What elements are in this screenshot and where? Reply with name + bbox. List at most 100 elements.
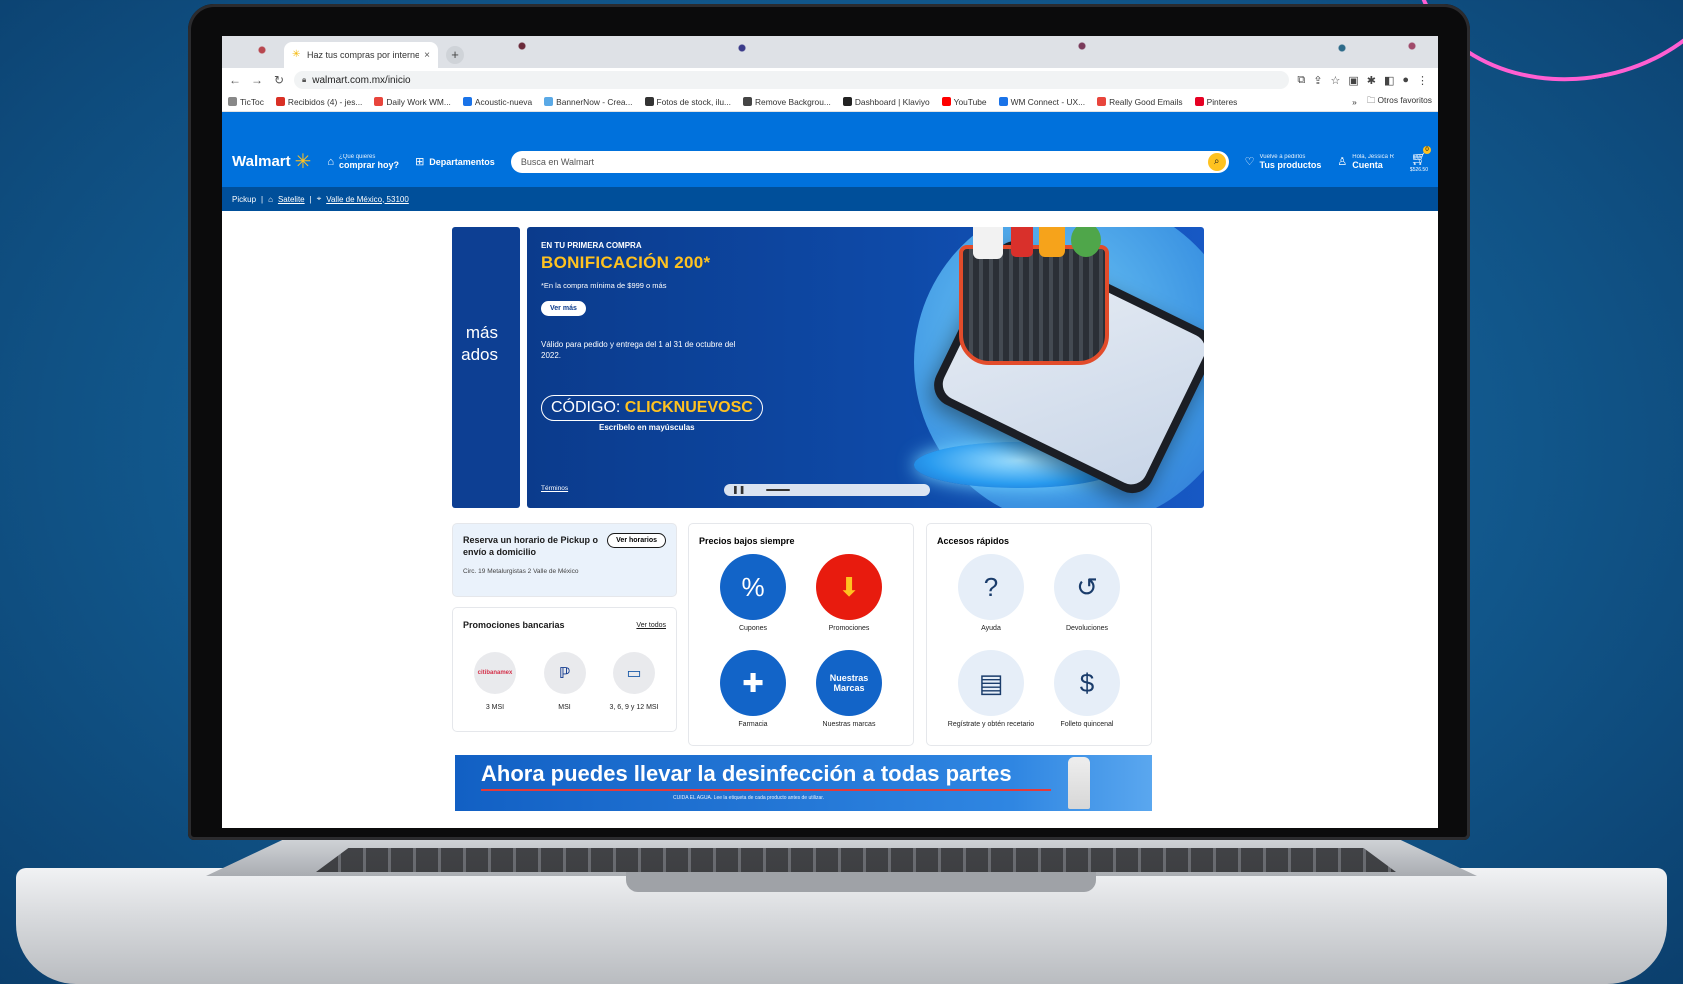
location-link[interactable]: Valle de México, 53100 [326, 195, 409, 204]
basket-product [1011, 227, 1033, 257]
prev-slide-text: más [465, 323, 498, 342]
address-bar[interactable]: 🔒︎ walmart.com.mx/inicio [294, 71, 1290, 89]
carousel-controls[interactable]: ❚❚ [724, 484, 930, 496]
bookmark-item[interactable]: Really Good Emails [1097, 97, 1183, 107]
cart-button[interactable]: 🛒︎ 0 $526.50 [1410, 145, 1431, 173]
pickup-address: Circ. 19 Metalurgistas 2 Valle de México [463, 568, 579, 575]
bookmark-favicon [228, 97, 237, 106]
back-icon[interactable]: ← [228, 73, 242, 87]
bookmark-favicon [462, 97, 472, 106]
banner-headline: Ahora puedes llevar la desinfección a to… [481, 761, 1012, 786]
other-bookmarks-label: Otros favoritos [1377, 94, 1432, 105]
hero-previous-slide[interactable]: más ados [452, 227, 520, 508]
translate-icon[interactable]: ⧉ [1297, 74, 1305, 87]
quick-access-grid: ? Ayuda ↺ Devoluciones ▤ Regístrate y ob… [943, 554, 1135, 738]
bookmark-favicon [644, 97, 654, 106]
account-button[interactable]: ♙ Hola, Jessica R Cuenta [1337, 154, 1394, 170]
reload-icon[interactable]: ↻ [272, 73, 286, 87]
tab-title: Haz tus compras por internet [307, 50, 420, 60]
walmart-logo[interactable]: Walmart ✳ [232, 152, 311, 172]
grocery-basket-illustration [959, 227, 1109, 365]
flyer-tile[interactable]: $ Folleto quincenal [1039, 650, 1135, 738]
browser-tab-active[interactable]: ✳ Haz tus compras por internet × [284, 42, 438, 68]
our-brands-tile[interactable]: Nuestras Marcas Nuestras marcas [801, 650, 897, 738]
menu-icon[interactable]: ⋮ [1417, 74, 1428, 87]
store-icon: ⌂ [327, 155, 335, 168]
bookmark-favicon [275, 97, 285, 106]
hero-validity: Válido para pedido y entrega del 1 al 31… [541, 340, 736, 360]
tile-label: Promociones [828, 625, 870, 632]
departments-label: Departamentos [429, 156, 495, 167]
tile-label: Cupones [738, 625, 768, 632]
bank-item[interactable]: ℙ MSI [533, 652, 597, 711]
view-schedules-button[interactable]: Ver horarios [607, 533, 666, 548]
returns-tile[interactable]: ↺ Devoluciones [1039, 554, 1135, 642]
tile-label: Farmacia [738, 721, 768, 728]
extension-icon[interactable]: ▣ [1348, 74, 1358, 87]
bank-promos-title: Promociones bancarias [463, 620, 565, 630]
terms-link[interactable]: Términos [541, 485, 568, 492]
bookmark-item[interactable]: Remove Backgrou... [742, 97, 831, 107]
sidepanel-icon[interactable]: ◧ [1384, 74, 1394, 87]
other-bookmarks-folder[interactable]: 🗀 Otros favoritos [1367, 95, 1432, 109]
promotions-tile[interactable]: ⬇ Promociones [801, 554, 897, 642]
help-tile[interactable]: ? Ayuda [943, 554, 1039, 642]
puzzle-icon[interactable]: ✱ [1367, 74, 1376, 87]
pickup-bar: Pickup | ⌂ Satelite | ⌖ Valle de México,… [222, 187, 1438, 211]
profile-icon[interactable]: ● [1402, 74, 1409, 87]
coupons-tile[interactable]: % Cupones [705, 554, 801, 642]
search-input[interactable]: Busca en Walmart ⌕ [510, 150, 1229, 173]
bookmark-item[interactable]: Recibidos (4) - jes... [275, 97, 362, 107]
bookmark-item[interactable]: Acoustic-nueva [462, 97, 532, 107]
separator: | [261, 194, 264, 204]
bookmark-item[interactable]: Dashboard | Klaviyo [842, 97, 930, 107]
folder-icon: 🗀 [1366, 94, 1376, 105]
bookmark-item[interactable]: YouTube [941, 97, 987, 107]
bookmark-star-icon[interactable]: ☆ [1330, 74, 1340, 87]
store-link[interactable]: Satelite [278, 195, 305, 204]
bookmark-favicon [742, 97, 752, 106]
bookmark-item[interactable]: WM Connect - UX... [998, 97, 1085, 107]
new-tab-button[interactable]: + [446, 46, 464, 64]
forward-icon[interactable]: → [250, 73, 264, 87]
reorder-button[interactable]: ♡ Vuelve a pedirlos Tus productos [1245, 154, 1322, 170]
view-all-link[interactable]: Ver todos [636, 622, 666, 629]
bookmarks-right: » 🗀 Otros favoritos [1352, 95, 1432, 109]
pharmacy-tile[interactable]: ✚ Farmacia [705, 650, 801, 738]
pause-icon[interactable]: ❚❚ [732, 485, 745, 494]
bookmark-item[interactable]: Daily Work WM... [374, 97, 451, 107]
main-content: más ados EN TU PRIMERA COMPRA BONIFICACI… [222, 211, 1438, 811]
search-icon[interactable]: ⌕ [1207, 152, 1226, 171]
share-icon[interactable]: ⇪ [1313, 74, 1322, 87]
fulfillment-mode[interactable]: Pickup [232, 195, 256, 204]
basket-product [973, 227, 1003, 259]
hero-fine-print: *En la compra mínima de $999 o más [541, 281, 667, 290]
tile-label: Nuestras marcas [822, 721, 876, 728]
prev-slide-text: ados [461, 345, 498, 364]
hero-banner[interactable]: EN TU PRIMERA COMPRA BONIFICACIÓN 200* *… [527, 227, 1204, 508]
tab-close-icon[interactable]: × [424, 50, 430, 61]
walmart-spark-icon: ✳ [292, 49, 301, 60]
bookmark-label: Really Good Emails [1109, 96, 1183, 107]
hero-cta-button[interactable]: Ver más [541, 301, 586, 316]
bank-item[interactable]: ▭ 3, 6, 9 y 12 MSI [602, 652, 666, 711]
bookmark-item[interactable]: Fotos de stock, ilu... [644, 97, 731, 107]
laptop-notch [626, 872, 1096, 892]
bank-item[interactable]: citibanamex 3 MSI [463, 652, 527, 711]
bookmark-favicon [374, 97, 384, 106]
recipe-tile[interactable]: ▤ Regístrate y obtén recetario [943, 650, 1039, 738]
banner-disclaimer: CUIDA EL AGUA. Lee la etiqueta de cada p… [673, 795, 825, 801]
bookmark-item[interactable]: BannerNow - Crea... [544, 97, 633, 107]
bookmarks-more-button[interactable]: » [1352, 97, 1357, 107]
departments-button[interactable]: ⊞ Departamentos [415, 155, 495, 168]
bookmark-item[interactable]: Pinteres [1194, 97, 1237, 107]
laptop-screen: ✳ Haz tus compras por internet × + ← → ↻… [222, 36, 1438, 828]
credit-card-icon: ▭ [626, 665, 642, 682]
shop-today-button[interactable]: ⌂ ¿Qué quieres comprar hoy? [327, 154, 399, 170]
flyer-icon: $ [1054, 650, 1120, 716]
bookmark-item[interactable]: TicToc [228, 97, 264, 107]
browser-tabstrip: ✳ Haz tus compras por internet × + [222, 36, 1438, 68]
citibanamex-logo-text: citibanamex [477, 670, 513, 676]
disinfection-banner[interactable]: Ahora puedes llevar la desinfección a to… [455, 755, 1152, 811]
basket-product [1071, 227, 1101, 257]
